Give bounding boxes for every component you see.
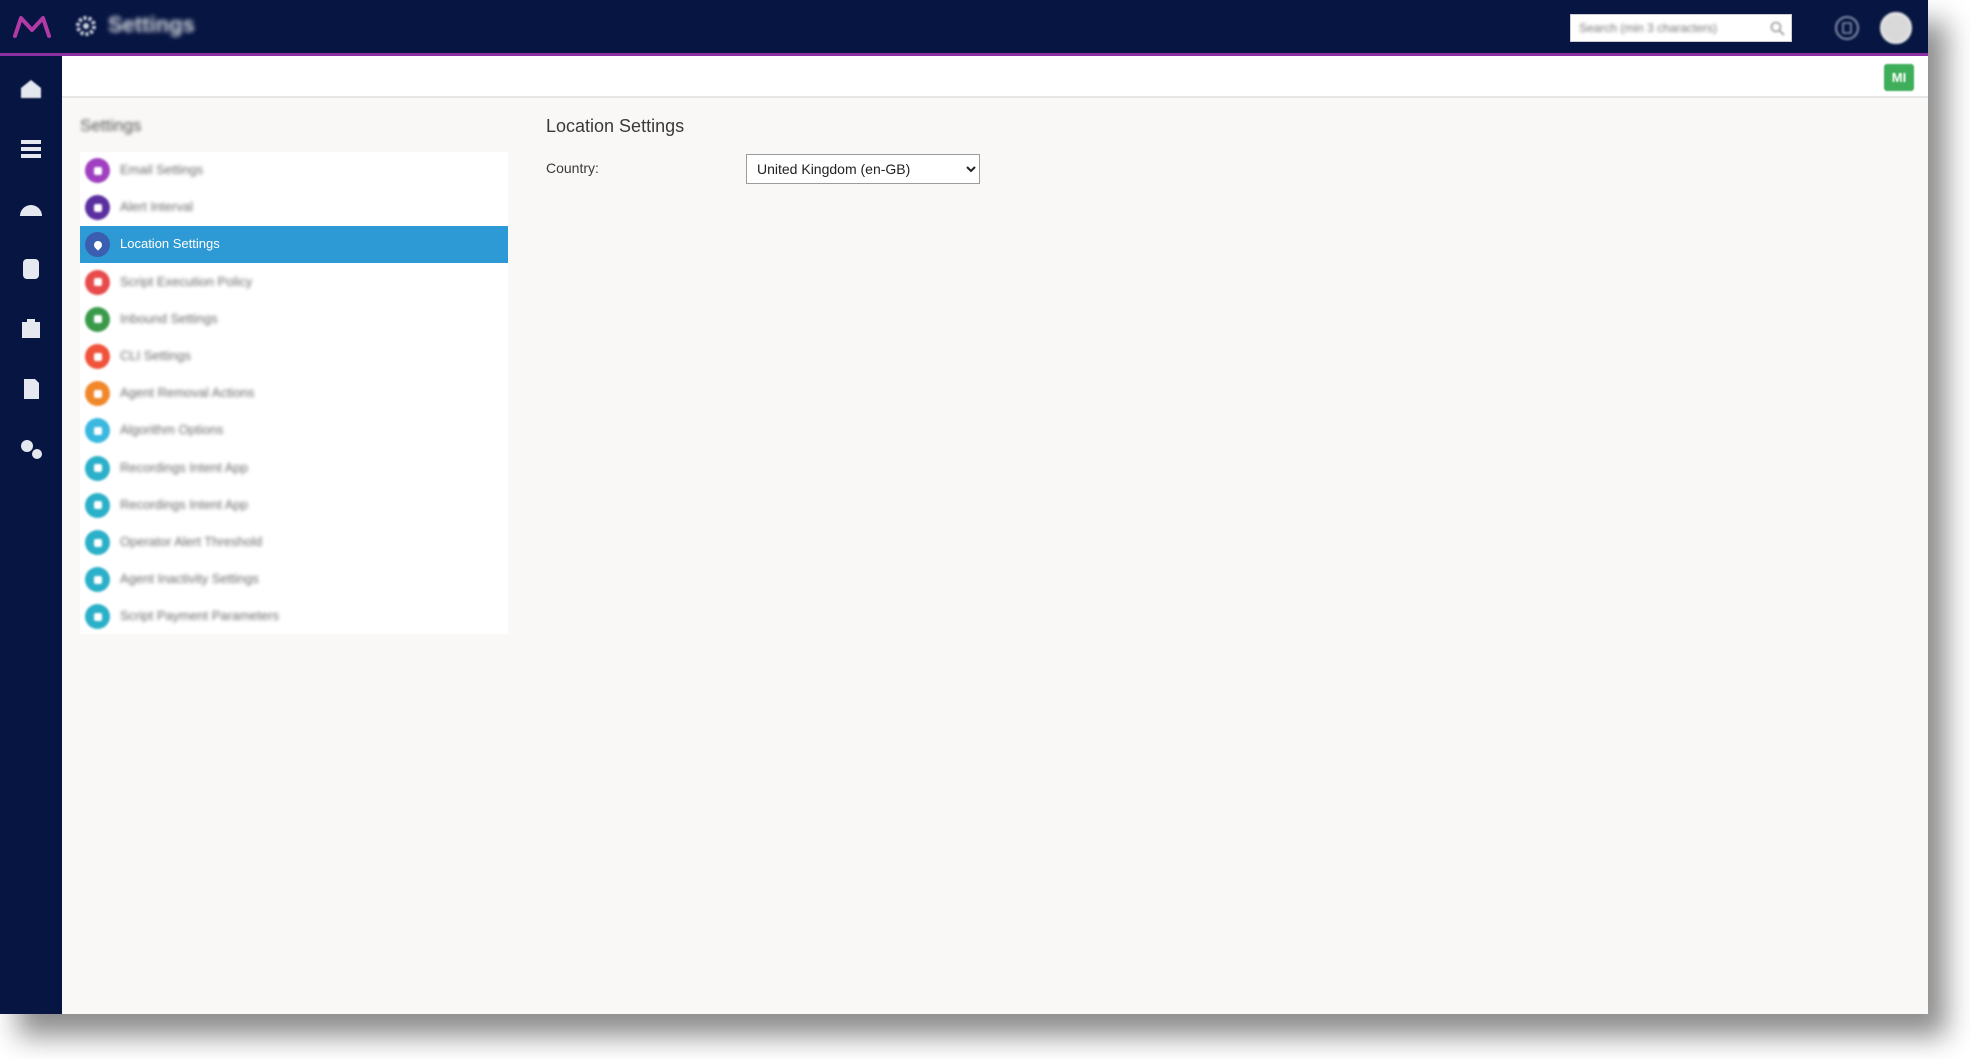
settings-item-icon xyxy=(85,381,110,407)
database-icon[interactable] xyxy=(17,256,45,282)
search-input[interactable] xyxy=(1571,15,1769,41)
settings-gear-icon xyxy=(76,16,96,36)
settings-item-icon xyxy=(85,604,110,630)
search-box[interactable] xyxy=(1570,14,1792,42)
reports-icon[interactable] xyxy=(17,316,45,342)
sidebar-item[interactable]: Inbound Settings xyxy=(80,301,508,338)
dashboard-icon[interactable] xyxy=(17,196,45,222)
home-icon[interactable] xyxy=(17,76,45,102)
sidebar-item-label: Agent Removal Actions xyxy=(120,385,255,401)
grid-icon[interactable] xyxy=(17,136,45,162)
sidebar-item-label: Script Payment Parameters xyxy=(120,608,279,624)
app-title: Settings xyxy=(108,12,195,37)
sidebar-item[interactable]: Algorithm Options xyxy=(80,412,508,449)
logo-icon[interactable] xyxy=(12,12,52,42)
sidebar-item-label: Recordings Intent App xyxy=(120,496,248,512)
sidebar-item-label: Location Settings xyxy=(120,236,220,252)
settings-item-icon xyxy=(85,418,110,444)
user-avatar[interactable] xyxy=(1880,12,1912,44)
help-icon[interactable] xyxy=(1834,15,1860,41)
page-title: Location Settings xyxy=(546,116,685,136)
sidebar-item[interactable]: Recordings Intent App xyxy=(80,487,508,524)
left-nav xyxy=(0,56,62,1014)
settings-heading: Settings xyxy=(80,116,142,135)
settings-item-icon xyxy=(85,344,110,369)
sidebar-item[interactable]: Agent Removal Actions xyxy=(80,375,508,412)
sidebar-item[interactable]: Script Execution Policy xyxy=(80,264,508,301)
sidebar-item[interactable]: Operator Alert Threshold xyxy=(80,524,508,561)
location-pin-icon xyxy=(85,232,110,258)
sidebar-item-label: Operator Alert Threshold xyxy=(120,534,263,549)
top-bar: Settings xyxy=(0,0,1928,56)
mi-action-button[interactable]: MI xyxy=(1884,64,1914,91)
sidebar-item[interactable]: Agent Inactivity Settings xyxy=(80,561,508,598)
sidebar-item[interactable]: Email Settings xyxy=(80,152,508,189)
sidebar-item[interactable]: Script Payment Parameters xyxy=(80,598,508,635)
sidebar-item-label: Agent Inactivity Settings xyxy=(120,571,259,587)
sidebar-item[interactable]: CLI Settings xyxy=(80,338,508,375)
settings-item-icon xyxy=(85,455,110,481)
sidebar-item[interactable]: Alert Interval xyxy=(80,189,508,226)
sub-header xyxy=(62,56,1928,98)
sidebar-item[interactable]: Recordings Intent App xyxy=(80,450,508,487)
sidebar-item-label: Algorithm Options xyxy=(120,422,224,438)
settings-item-icon xyxy=(85,195,110,221)
sidebar-item[interactable]: Location Settings xyxy=(80,226,508,264)
settings-item-icon xyxy=(85,530,110,555)
sidebar-item-label: Recordings Intent App xyxy=(120,459,248,475)
app-window: Settings Search (min 3 characters) MI Se… xyxy=(0,0,1928,1014)
settings-gears-icon[interactable] xyxy=(17,436,45,462)
search-icon[interactable] xyxy=(1770,21,1785,36)
settings-item-icon xyxy=(85,306,110,332)
sidebar-item-label: Inbound Settings xyxy=(120,310,218,326)
settings-item-icon xyxy=(85,158,110,183)
settings-item-icon xyxy=(85,567,110,593)
sidebar-item-label: Alert Interval xyxy=(120,199,193,215)
country-select[interactable]: United Kingdom (en-GB) xyxy=(746,154,980,184)
document-icon[interactable] xyxy=(17,376,45,402)
settings-item-icon xyxy=(85,269,110,295)
sidebar-item-label: Script Execution Policy xyxy=(120,273,253,289)
settings-item-icon xyxy=(85,492,110,518)
sidebar-item-label: CLI Settings xyxy=(120,348,191,363)
sidebar-item-label: Email Settings xyxy=(120,162,204,177)
country-label: Country: xyxy=(546,160,599,176)
